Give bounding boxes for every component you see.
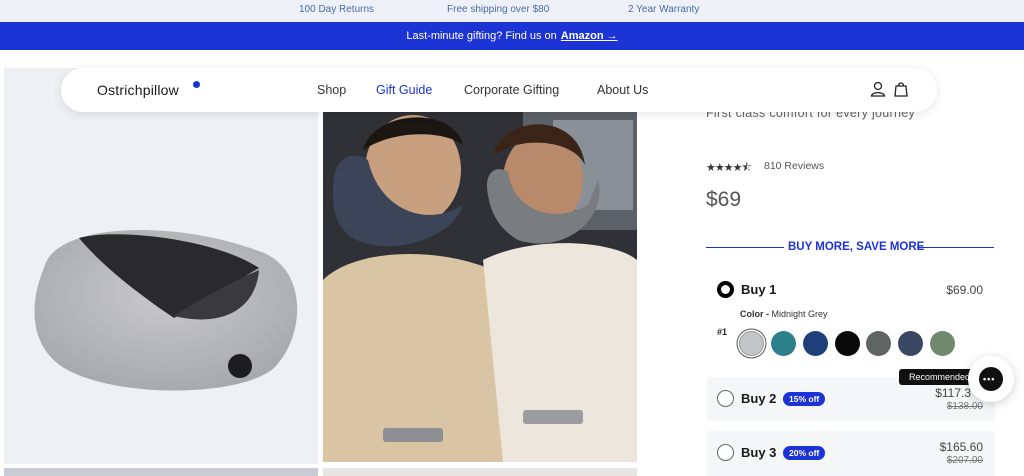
promo-banner: Last-minute gifting? Find us on Amazon → [0,22,1024,50]
amazon-link[interactable]: Amazon → [561,30,618,42]
recommended-tag: Recommended [899,369,979,385]
chat-icon: ••• [979,367,1003,391]
discount-badge: 20% off [783,446,826,460]
utility-bar: 100 Day Returns Free shipping over $80 2… [0,0,1024,22]
color-label: Color - Midnight Grey [740,309,828,319]
swatch-sage[interactable] [930,331,955,356]
nav-shop[interactable]: Shop [317,83,346,97]
color-value: Midnight Grey [771,309,828,319]
option-title: Buy 3 [741,445,777,460]
account-icon[interactable] [869,80,887,98]
chat-button[interactable]: ••• [968,356,1014,402]
shipping-text: Free shipping over $80 [447,4,550,15]
divider-left [706,247,784,248]
option-title: Buy 2 [741,391,777,406]
product-price: $69 [706,188,742,211]
nav-corporate-gifting[interactable]: Corporate Gifting [464,83,559,97]
swatch-navy[interactable] [803,331,828,356]
promo-text: Last-minute gifting? Find us on [406,30,557,42]
brand-logo[interactable]: Ostrichpillow [97,82,179,98]
color-label-key: Color - [740,309,769,319]
nav-gift-guide[interactable]: Gift Guide [376,83,432,97]
swatch-slate-blue[interactable] [898,331,923,356]
pillow-image [34,230,298,391]
bag-icon[interactable] [892,80,910,98]
reviews-link[interactable]: 810 Reviews [764,160,824,172]
option-price: $69.00 [946,283,983,297]
warranty-text: 2 Year Warranty [628,4,700,15]
main-nav: Ostrichpillow Shop Gift Guide Corporate … [61,68,937,112]
lifestyle-photo[interactable] [323,110,637,462]
rating-stars-icon: ★★★★⯪ [706,162,752,174]
swatch-dark-grey[interactable] [866,331,891,356]
radio-buy-1[interactable] [717,281,734,298]
item-number: #1 [717,327,728,337]
radio-buy-2[interactable] [717,390,734,407]
nav-about-us[interactable]: About Us [597,83,648,97]
returns-text: 100 Day Returns [299,4,375,15]
option-was-price: $207.00 [946,455,983,466]
option-title: Buy 1 [741,282,777,297]
option-price: $165.60 [939,440,983,454]
swatch-teal[interactable] [771,331,796,356]
discount-badge: 15% off [783,392,826,406]
buy-more-heading: BUY MORE, SAVE MORE [788,241,925,253]
radio-buy-3[interactable] [717,444,734,461]
product-image-main[interactable] [4,68,318,464]
couple-photo-image [323,110,637,462]
bundle-option-buy-3[interactable]: Buy 3 20% off $165.60 $207.00 [707,431,995,476]
swatch-light-grey[interactable] [739,331,764,356]
option-price: $117.3 [935,386,971,400]
thumbnail-strip-left [4,468,318,476]
thumbnail-strip-right [323,468,637,476]
option-was-price: $138.00 [946,401,983,412]
divider-right [917,247,994,248]
swatch-black[interactable] [835,331,860,356]
logo-dot-icon [193,81,200,88]
